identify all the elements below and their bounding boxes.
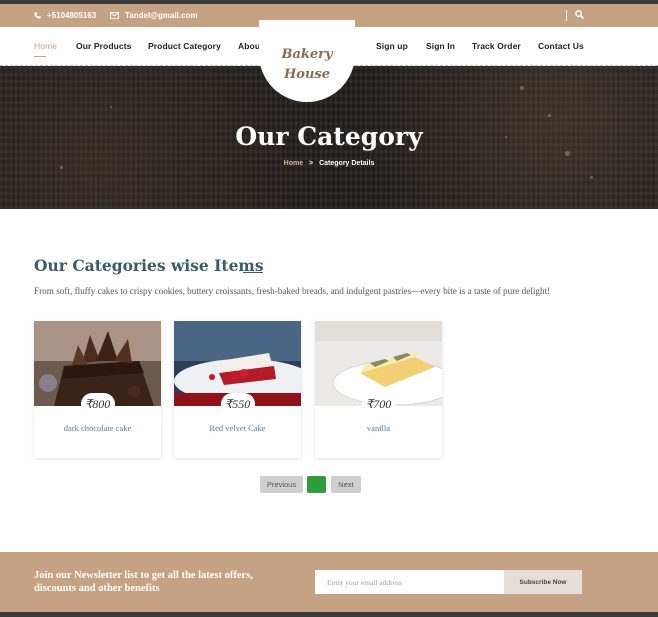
product-price: ₹800 [80, 393, 115, 415]
nav-our-products[interactable]: Our Products [76, 41, 132, 51]
subscribe-button[interactable]: Subscribe Now [504, 570, 582, 594]
phone-icon [34, 12, 41, 19]
hero-title: Our Category [235, 122, 423, 151]
product-card[interactable]: ₹550 Red velvet Cake [174, 321, 301, 458]
logo-line-2: House [284, 67, 330, 82]
pagination-next[interactable]: Next [331, 476, 361, 493]
breadcrumb-home[interactable]: Home [284, 160, 303, 167]
product-card[interactable]: ₹800 dark chocolate cake [34, 321, 161, 458]
topbar-divider [566, 10, 567, 21]
newsletter-text: Join our Newsletter list to get all the … [34, 570, 253, 594]
nav-product-category[interactable]: Product Category [148, 41, 221, 51]
product-price: ₹550 [220, 393, 255, 415]
email-contact[interactable]: Tandel@gmail.com [110, 11, 198, 20]
pagination-previous[interactable]: Previous [260, 476, 303, 493]
section-title: Our Categories wise Items [34, 256, 264, 275]
product-card[interactable]: ₹700 vanilla [315, 321, 442, 458]
pagination-current-page[interactable] [307, 476, 326, 493]
breadcrumb: Home > Category Details [0, 160, 658, 167]
nav-sign-up[interactable]: Sign up [376, 41, 408, 51]
breadcrumb-separator: > [309, 160, 314, 167]
envelope-icon [110, 12, 119, 19]
breadcrumb-current: Category Details [319, 160, 375, 167]
nav-contact-us[interactable]: Contact Us [538, 41, 584, 51]
title-underline [243, 272, 263, 273]
nav-track-order[interactable]: Track Order [472, 41, 521, 51]
phone-contact[interactable]: +5104805163 [34, 11, 96, 20]
search-icon [575, 10, 584, 19]
email-address: Tandel@gmail.com [125, 11, 198, 20]
section-description: From soft, fluffy cakes to crispy cookie… [34, 286, 551, 296]
product-name[interactable]: vanilla [315, 423, 442, 433]
product-name[interactable]: dark chocolate cake [34, 423, 161, 433]
search-button[interactable] [575, 10, 584, 21]
nav-home[interactable]: Home [34, 41, 57, 57]
product-price: ₹700 [361, 393, 396, 415]
footer-strip [0, 612, 658, 617]
logo-line-1: Bakery [281, 47, 333, 62]
nav-sign-in[interactable]: Sign In [426, 41, 455, 51]
phone-number: +5104805163 [47, 11, 97, 20]
newsletter-section: Join our Newsletter list to get all the … [0, 552, 658, 612]
newsletter-email-input[interactable] [315, 570, 504, 594]
product-name[interactable]: Red velvet Cake [174, 423, 301, 433]
